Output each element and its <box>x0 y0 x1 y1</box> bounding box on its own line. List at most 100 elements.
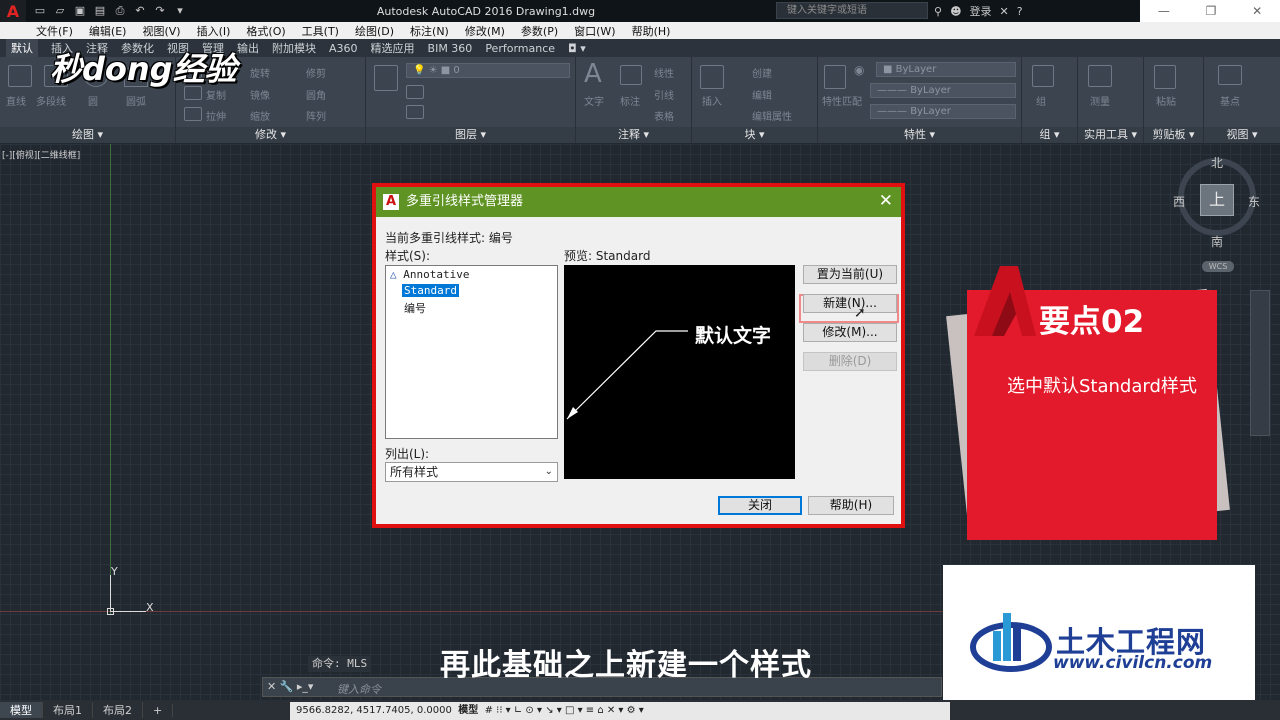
panel-title-view[interactable]: 视图 ▾ <box>1204 127 1280 143</box>
new-file-icon[interactable]: ▭ <box>32 4 48 18</box>
dimension-icon[interactable] <box>620 65 642 85</box>
lineweight-dropdown[interactable]: ——— ByLayer <box>870 104 1016 119</box>
tool-array[interactable]: 阵列 <box>306 108 326 123</box>
menu-draw[interactable]: 绘图(D) <box>355 23 394 39</box>
tool-insert[interactable]: 插入 <box>702 93 722 108</box>
tab-output[interactable]: 输出 <box>237 40 259 56</box>
close-button[interactable]: 关闭 <box>718 496 802 515</box>
tool-paste[interactable]: 粘贴 <box>1156 93 1176 108</box>
add-layout-icon[interactable]: + <box>143 703 174 717</box>
delete-style-button[interactable]: 删除(D) <box>803 352 897 371</box>
tool-text[interactable]: 文字 <box>584 93 604 108</box>
status-toggles-icon[interactable]: # ⁝⁝ ▾ ∟ ⊙ ▾ ↘ ▾ □ ▾ ≡ ⌂ ✕ ▾ ⚙ ▾ <box>481 705 644 716</box>
line-icon[interactable] <box>8 65 32 87</box>
panel-title-clipboard[interactable]: 剪贴板 ▾ <box>1144 127 1203 143</box>
insert-block-icon[interactable] <box>700 65 724 89</box>
style-item-annotative[interactable]: △ Annotative <box>390 268 469 281</box>
tool-circle[interactable]: 圆 <box>88 93 98 108</box>
panel-title-layers[interactable]: 图层 ▾ <box>366 127 575 143</box>
help-button-dialog[interactable]: 帮助(H) <box>808 496 894 515</box>
tab-featured-apps[interactable]: 精选应用 <box>371 40 415 56</box>
menu-format[interactable]: 格式(O) <box>246 23 285 39</box>
command-input[interactable]: 键入命令 <box>337 681 381 697</box>
layer-match-icon[interactable] <box>406 105 424 119</box>
tool-scale[interactable]: 缩放 <box>250 108 270 123</box>
modify-style-button[interactable]: 修改(M)... <box>803 323 897 342</box>
tool-line[interactable]: 直线 <box>6 93 26 108</box>
tool-arc[interactable]: 圆弧 <box>126 93 146 108</box>
command-tools-icon[interactable]: ✕ 🔧 ▸_▾ <box>267 680 313 693</box>
tool-measure[interactable]: 测量 <box>1090 93 1110 108</box>
ribbon-toggle-icon[interactable]: ◘ ▾ <box>568 42 586 55</box>
model-space-button[interactable]: 模型 <box>458 705 478 716</box>
menu-modify[interactable]: 修改(M) <box>465 23 505 39</box>
menu-file[interactable]: 文件(F) <box>36 23 73 39</box>
tab-model[interactable]: 模型 <box>0 702 43 718</box>
menu-window[interactable]: 窗口(W) <box>574 23 615 39</box>
panel-title-modify[interactable]: 修改 ▾ <box>176 127 365 143</box>
layer-tool-icon[interactable] <box>406 85 424 99</box>
tab-addins[interactable]: 附加模块 <box>272 40 316 56</box>
tool-create[interactable]: 创建 <box>752 65 772 80</box>
tab-bim360[interactable]: BIM 360 <box>428 42 473 55</box>
new-style-button[interactable]: 新建(N)... <box>803 294 897 313</box>
tool-linear[interactable]: 线性 <box>654 65 674 80</box>
save-as-icon[interactable]: ▤ <box>92 4 108 18</box>
dialog-close-icon[interactable]: ✕ <box>879 191 893 211</box>
tool-leader[interactable]: 引线 <box>654 87 674 102</box>
list-filter-select[interactable]: 所有样式 ⌄ <box>385 462 558 482</box>
help-button[interactable]: ? <box>1017 5 1023 18</box>
open-file-icon[interactable]: ▱ <box>52 4 68 18</box>
color-wheel-icon[interactable]: ◉ <box>854 63 864 77</box>
save-icon[interactable]: ▣ <box>72 4 88 18</box>
tool-rotate[interactable]: 旋转 <box>250 65 270 80</box>
measure-icon[interactable] <box>1088 65 1112 87</box>
viewport-controls[interactable]: [-][俯视][二维线框] <box>2 148 80 161</box>
tool-edit[interactable]: 编辑 <box>752 87 772 102</box>
compass-south[interactable]: 南 <box>1211 233 1223 250</box>
tab-default[interactable]: 默认 <box>6 39 38 57</box>
style-item-numbering[interactable]: 编号 <box>404 300 426 316</box>
panel-title-utilities[interactable]: 实用工具 ▾ <box>1078 127 1143 143</box>
tab-a360[interactable]: A360 <box>329 42 358 55</box>
binoculars-icon[interactable]: ⚲ <box>934 5 942 18</box>
wcs-menu[interactable]: WCS <box>1202 261 1234 272</box>
close-window-icon[interactable]: ✕ <box>1252 4 1262 18</box>
panel-title-properties[interactable]: 特性 ▾ <box>818 127 1021 143</box>
color-dropdown[interactable]: ■ ByLayer <box>876 62 1016 77</box>
panel-title-annotation[interactable]: 注释 ▾ <box>576 127 691 143</box>
menu-parametric[interactable]: 参数(P) <box>521 23 558 39</box>
stretch-icon[interactable] <box>184 107 202 121</box>
menu-tools[interactable]: 工具(T) <box>302 23 339 39</box>
base-view-icon[interactable] <box>1218 65 1242 85</box>
panel-title-draw[interactable]: 绘图 ▾ <box>0 127 175 143</box>
compass-north[interactable]: 北 <box>1211 154 1223 171</box>
minimize-icon[interactable]: — <box>1158 4 1170 18</box>
navigation-bar[interactable] <box>1250 290 1270 436</box>
panel-title-block[interactable]: 块 ▾ <box>692 127 817 143</box>
tool-trim[interactable]: 修剪 <box>306 65 326 80</box>
tool-polyline[interactable]: 多段线 <box>36 93 66 108</box>
group-icon[interactable] <box>1032 65 1054 87</box>
tool-stretch[interactable]: 拉伸 <box>206 108 226 123</box>
customize-dropdown-icon[interactable]: ▾ <box>172 4 188 18</box>
login-button[interactable]: 登录 <box>970 3 992 19</box>
tool-group[interactable]: 组 <box>1036 93 1046 108</box>
layer-properties-icon[interactable] <box>374 65 398 91</box>
app-menu-button[interactable]: A <box>0 0 26 22</box>
menu-view[interactable]: 视图(V) <box>142 23 180 39</box>
menu-help[interactable]: 帮助(H) <box>632 23 671 39</box>
compass-east[interactable]: 东 <box>1248 193 1260 210</box>
panel-title-groups[interactable]: 组 ▾ <box>1022 127 1077 143</box>
compass-west[interactable]: 西 <box>1173 193 1185 210</box>
layer-dropdown[interactable]: 💡 ☀ ■ 0 <box>406 63 570 78</box>
maximize-icon[interactable]: ❐ <box>1206 4 1217 18</box>
search-input[interactable]: 键入关键字或短语 <box>776 2 928 19</box>
redo-icon[interactable]: ↷ <box>152 4 168 18</box>
tab-performance[interactable]: Performance <box>485 42 555 55</box>
tool-dimension[interactable]: 标注 <box>620 93 640 108</box>
undo-icon[interactable]: ↶ <box>132 4 148 18</box>
menu-edit[interactable]: 编辑(E) <box>89 23 127 39</box>
match-properties-icon[interactable] <box>824 65 846 89</box>
print-icon[interactable]: ⎙ <box>112 4 128 18</box>
